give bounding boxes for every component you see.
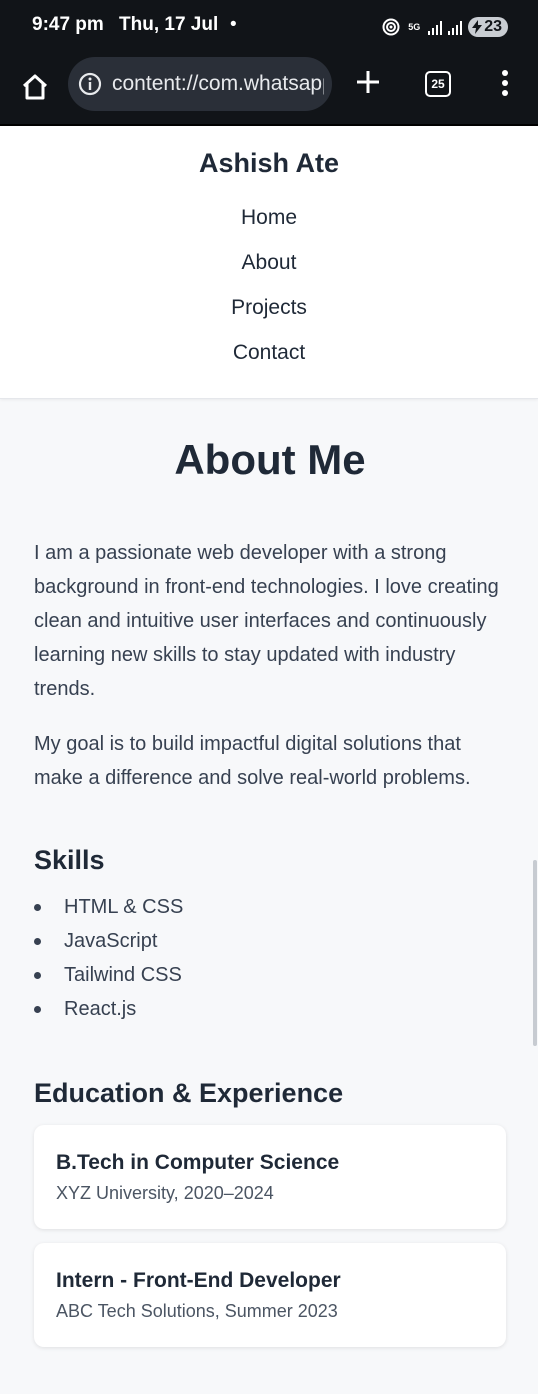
address-bar[interactable]: content://com.whatsapp [68, 57, 332, 111]
card-title: Intern - Front-End Developer [56, 1269, 341, 1292]
page-title: About Me [174, 436, 366, 483]
education-card: B.Tech in Computer Science XYZ Universit… [34, 1125, 506, 1229]
scrollbar[interactable] [533, 860, 537, 1046]
charging-bolt-icon [472, 20, 483, 34]
status-bar: 9:47 pm Thu, 17 Jul • 5G 23 [0, 0, 538, 56]
goal-paragraph: My goal is to build impactful digital so… [34, 733, 471, 789]
signal-icon-2 [448, 19, 463, 35]
skills-list: HTML & CSS JavaScript Tailwind CSS React… [34, 890, 506, 1026]
card-subtitle: XYZ University, 2020–2024 [56, 1183, 274, 1203]
skills-heading: Skills [34, 845, 105, 875]
status-icons: 5G 23 [382, 16, 508, 38]
hotspot-icon [382, 18, 400, 36]
about-paragraph: I am a passionate web developer with a s… [34, 542, 499, 700]
experience-card: Intern - Front-End Developer ABC Tech So… [34, 1243, 506, 1347]
skill-item: JavaScript [34, 924, 506, 958]
nav-link-contact[interactable]: Contact [0, 330, 538, 375]
card-title: B.Tech in Computer Science [56, 1151, 340, 1174]
site-title: Ashish Ate [198, 148, 340, 178]
status-time: 9:47 pm [32, 14, 104, 35]
battery-level: 23 [484, 18, 502, 35]
info-icon[interactable] [78, 72, 102, 96]
more-options-icon[interactable] [498, 70, 512, 98]
signal-icon [428, 19, 443, 35]
home-icon[interactable] [20, 72, 50, 102]
status-date: Thu, 17 Jul [119, 14, 219, 35]
battery-icon: 23 [468, 17, 508, 37]
skill-item: HTML & CSS [34, 890, 506, 924]
nav-link-projects[interactable]: Projects [0, 285, 538, 330]
browser-toolbar: content://com.whatsapp 25 [0, 56, 538, 126]
network-type-icon: 5G [408, 21, 421, 32]
site-header: Ashish Ate Home About Projects Contact [0, 126, 538, 399]
education-heading: Education & Experience [34, 1078, 344, 1108]
main-nav: Home About Projects Contact [0, 195, 538, 375]
card-subtitle: ABC Tech Solutions, Summer 2023 [56, 1301, 338, 1321]
url-text[interactable]: content://com.whatsapp [112, 72, 324, 96]
skill-item: Tailwind CSS [34, 958, 506, 992]
notification-dot: • [230, 14, 237, 35]
main-content: About Me I am a passionate web developer… [34, 398, 506, 1347]
nav-link-about[interactable]: About [0, 240, 538, 285]
new-tab-icon[interactable] [354, 68, 382, 96]
nav-link-home[interactable]: Home [0, 195, 538, 240]
skill-item: React.js [34, 992, 506, 1026]
tab-switcher-button[interactable]: 25 [425, 71, 451, 97]
